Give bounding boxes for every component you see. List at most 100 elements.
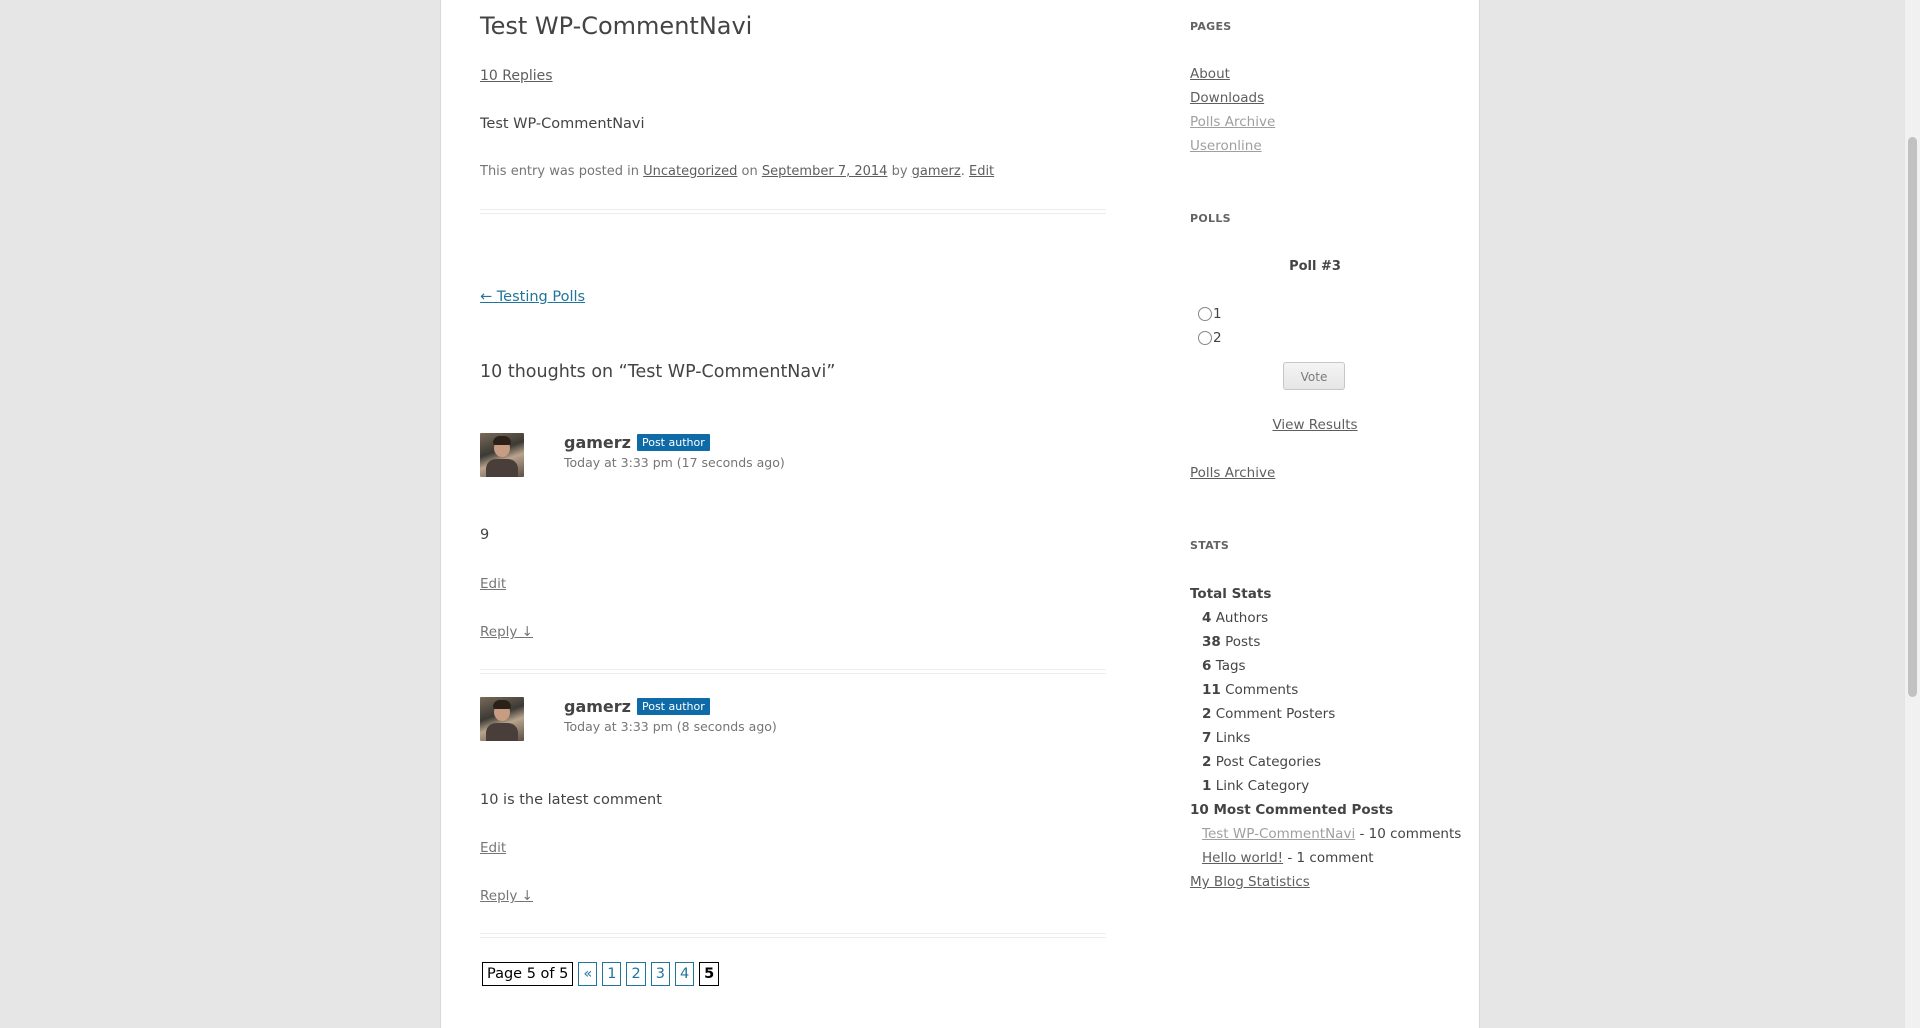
pagination-page-3[interactable]: 3 — [650, 962, 670, 986]
widget-title-pages: Pages — [1190, 20, 1232, 33]
comment-author: gamerz Post author — [564, 433, 710, 452]
view-results-wrap: View Results — [1190, 417, 1440, 433]
meta-text: This entry was posted in — [480, 164, 644, 179]
stat-label: Tags — [1211, 658, 1246, 674]
pagination-label: Page 5 of 5 — [482, 962, 574, 986]
post-meta: This entry was posted in Uncategorized o… — [480, 164, 994, 179]
date-link[interactable]: September 7, 2014 — [762, 164, 888, 179]
widget-title-polls: Polls — [1190, 212, 1231, 225]
stat-post-categories: 2 Post Categories — [1202, 754, 1321, 770]
most-commented-link[interactable]: Hello world! — [1202, 850, 1283, 866]
list-item: Polls Archive — [1190, 114, 1275, 138]
comment-edit-link[interactable]: Edit — [480, 576, 506, 592]
comment-count: - 10 comments — [1355, 826, 1462, 842]
pagination-current: 5 — [699, 962, 720, 986]
page-link-polls-archive[interactable]: Polls Archive — [1190, 114, 1275, 130]
stat-comments: 11 Comments — [1202, 682, 1298, 698]
stat-label: Link Category — [1211, 778, 1310, 794]
pagination-page-4[interactable]: 4 — [674, 962, 695, 986]
my-blog-statistics-link[interactable]: My Blog Statistics — [1190, 874, 1310, 890]
poll-option[interactable]: 1 — [1198, 306, 1222, 322]
most-commented-item: Test WP-CommentNavi - 10 comments — [1202, 826, 1461, 842]
post-title: Test WP-CommentNavi — [480, 12, 753, 40]
avatar — [480, 433, 524, 477]
edit-post-link[interactable]: Edit — [969, 164, 994, 179]
comment-author: gamerz Post author — [564, 697, 710, 716]
stat-label: Posts — [1220, 634, 1261, 650]
meta-text: by — [887, 164, 912, 179]
comment-edit-link[interactable]: Edit — [480, 840, 506, 856]
stat-label: Comments — [1220, 682, 1299, 698]
stat-label: Authors — [1211, 610, 1269, 626]
divider — [480, 669, 1106, 674]
stat-value: 2 — [1202, 706, 1212, 722]
total-stats-heading: Total Stats — [1190, 586, 1272, 602]
comments-title: 10 thoughts on “Test WP-CommentNavi” — [480, 362, 836, 382]
vote-button[interactable]: Vote — [1283, 362, 1345, 390]
page-link-downloads[interactable]: Downloads — [1190, 90, 1264, 106]
list-item: About — [1190, 66, 1275, 90]
stat-value: 6 — [1202, 658, 1212, 674]
page-container: Test WP-CommentNavi 10 Replies Test WP-C… — [440, 0, 1480, 1028]
stat-link-category: 1 Link Category — [1202, 778, 1309, 794]
previous-post-link[interactable]: ← Testing Polls — [480, 289, 585, 305]
comment-reply-link[interactable]: Reply ↓ — [480, 888, 533, 904]
radio-button[interactable] — [1198, 331, 1212, 345]
vertical-scrollbar[interactable] — [1904, 0, 1920, 1028]
stat-authors: 4 Authors — [1202, 610, 1268, 626]
poll-option[interactable]: 2 — [1198, 330, 1222, 346]
comment-item: gamerz Post author Today at 3:33 pm (17 s… — [480, 433, 1106, 640]
stat-links: 7 Links — [1202, 730, 1250, 746]
stat-label: Comment Posters — [1211, 706, 1336, 722]
stat-posts: 38 Posts — [1202, 634, 1260, 650]
comment-author-name[interactable]: gamerz — [564, 697, 631, 716]
pagination-page-1[interactable]: 1 — [602, 962, 622, 986]
stat-value: 38 — [1202, 634, 1221, 650]
pages-list: About Downloads Polls Archive Useronline — [1190, 66, 1275, 162]
comment-time[interactable]: Today at 3:33 pm (8 seconds ago) — [564, 719, 777, 734]
comment-reply-link[interactable]: Reply ↓ — [480, 624, 533, 640]
stat-value: 7 — [1202, 730, 1212, 746]
stat-label: Links — [1211, 730, 1251, 746]
category-link[interactable]: Uncategorized — [643, 164, 737, 179]
divider — [480, 933, 1106, 938]
list-item: Useronline — [1190, 138, 1275, 162]
poll-option-label[interactable]: 2 — [1213, 330, 1222, 346]
stat-value: 1 — [1202, 778, 1212, 794]
poll-option-label[interactable]: 1 — [1213, 306, 1222, 322]
page-link-useronline[interactable]: Useronline — [1190, 138, 1262, 154]
post-author-badge: Post author — [636, 434, 710, 451]
list-item: Downloads — [1190, 90, 1275, 114]
widget-title-stats: Stats — [1190, 539, 1230, 552]
avatar — [480, 697, 524, 741]
comment-text: 10 is the latest comment — [480, 792, 662, 808]
pagination-prev[interactable]: « — [578, 962, 598, 986]
comment-author-name[interactable]: gamerz — [564, 433, 631, 452]
view-results-link[interactable]: View Results — [1272, 417, 1357, 433]
stat-value: 2 — [1202, 754, 1212, 770]
comment-text: 9 — [480, 527, 490, 543]
comment-count: - 1 comment — [1283, 850, 1374, 866]
comment-pagination: Page 5 of 5 « 1 2 3 4 5 — [482, 962, 720, 986]
page-link-about[interactable]: About — [1190, 66, 1230, 82]
stat-label: Post Categories — [1211, 754, 1322, 770]
post-body: Test WP-CommentNavi — [480, 116, 645, 132]
radio-button[interactable] — [1198, 307, 1212, 321]
meta-text: on — [737, 164, 762, 179]
stat-value: 11 — [1202, 682, 1221, 698]
most-commented-link[interactable]: Test WP-CommentNavi — [1202, 826, 1355, 842]
divider — [480, 209, 1106, 214]
meta-text: . — [960, 164, 969, 179]
stat-comment-posters: 2 Comment Posters — [1202, 706, 1335, 722]
most-commented-item: Hello world! - 1 comment — [1202, 850, 1374, 866]
comment-item: gamerz Post author Today at 3:33 pm (8 se… — [480, 697, 1106, 904]
post-author-badge: Post author — [636, 698, 710, 715]
stat-value: 4 — [1202, 610, 1212, 626]
replies-link[interactable]: 10 Replies — [480, 68, 553, 84]
polls-archive-link[interactable]: Polls Archive — [1190, 465, 1275, 481]
poll-question: Poll #3 — [1289, 259, 1341, 274]
comment-time[interactable]: Today at 3:33 pm (17 seconds ago) — [564, 455, 785, 470]
pagination-page-2[interactable]: 2 — [626, 962, 646, 986]
scrollbar-thumb[interactable] — [1908, 137, 1917, 697]
author-link[interactable]: gamerz — [912, 164, 961, 179]
